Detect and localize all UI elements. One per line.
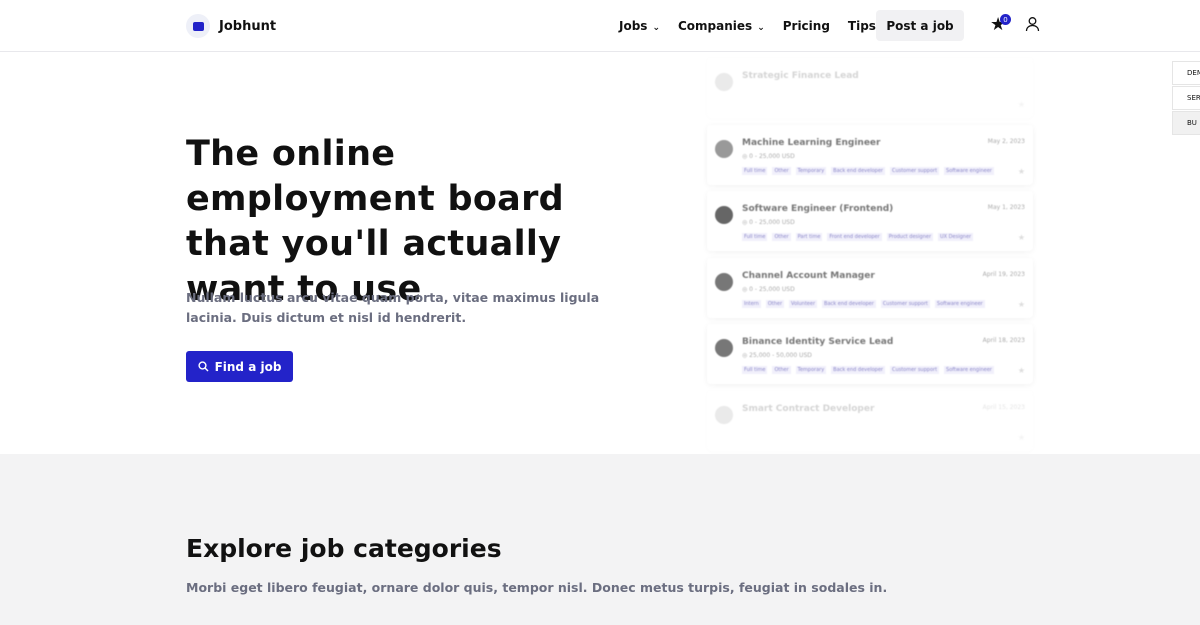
side-menu-item[interactable]: BU <box>1172 111 1200 135</box>
job-tag: Full time <box>742 366 768 374</box>
job-tag: Intern <box>742 299 761 308</box>
find-job-label: Find a job <box>214 359 282 374</box>
salary-text: 0 - 25,000 USD <box>749 152 795 160</box>
categories-section: Explore job categories Morbi eget libero… <box>0 454 1200 625</box>
chevron-down-icon: ⌄ <box>652 23 660 33</box>
find-job-button[interactable]: Find a job <box>186 351 293 382</box>
hero-subtitle: Nullam luctus arcu vitae quam porta, vit… <box>186 290 600 325</box>
job-card[interactable]: Channel Account Manager April 19, 2023 ◎… <box>707 257 1033 318</box>
job-tag: Other <box>765 299 785 308</box>
categories-title: Explore job categories <box>186 534 502 563</box>
job-card[interactable]: Strategic Finance Lead ★ <box>707 58 1033 118</box>
brand-logo[interactable]: Jobhunt <box>186 14 276 38</box>
nav-pricing[interactable]: Pricing <box>783 19 830 33</box>
job-title: Binance Identity Service Lead <box>742 337 894 347</box>
job-salary: ◎ 25,000 - 50,000 USD <box>742 352 812 359</box>
job-card[interactable]: Software Engineer (Frontend) May 1, 2023… <box>707 191 1033 251</box>
nav-label: Jobs <box>619 19 648 33</box>
job-tag: Customer support <box>889 166 940 175</box>
job-tag: Other <box>772 233 791 241</box>
money-icon: ◎ <box>742 219 748 226</box>
job-title: Smart Contract Developer <box>742 403 875 414</box>
job-tag: Back end developer <box>822 299 876 308</box>
company-logo <box>715 206 733 224</box>
job-salary: ◎ 0 - 25,000 USD <box>742 219 795 226</box>
money-icon: ◎ <box>742 352 748 359</box>
job-list-preview: Strategic Finance Lead ★ Machine Learnin… <box>707 58 1033 457</box>
job-tags: Full time Other Part time Front end develop… <box>742 233 974 241</box>
user-icon[interactable] <box>1025 16 1040 32</box>
job-card[interactable]: Machine Learning Engineer May 2, 2023 ◎ … <box>707 124 1033 185</box>
job-title: Machine Learning Engineer <box>742 137 881 148</box>
company-logo <box>715 73 733 91</box>
nav-label: Companies <box>678 19 753 33</box>
salary-text: 0 - 25,000 USD <box>749 285 795 293</box>
side-menu-item[interactable]: SERV <box>1172 86 1200 110</box>
job-tag: Back end developer <box>831 366 885 374</box>
job-tag: Temporary <box>795 366 827 374</box>
side-menu-item[interactable]: DEM <box>1172 61 1200 85</box>
job-card[interactable]: Smart Contract Developer April 15, 2023 … <box>707 390 1033 451</box>
money-icon: ◎ <box>742 285 748 293</box>
search-icon <box>197 361 209 372</box>
star-icon[interactable]: ★ <box>1018 100 1025 109</box>
job-date: April 18, 2023 <box>982 337 1025 344</box>
job-tag: Full time <box>742 166 768 175</box>
star-icon[interactable]: ★ <box>1018 433 1025 442</box>
salary-text: 0 - 25,000 USD <box>749 219 795 226</box>
job-tag: Software engineer <box>934 299 985 308</box>
job-salary: ◎ 0 - 25,000 USD <box>742 153 795 160</box>
job-tag: Product designer <box>886 233 933 241</box>
job-title: Software Engineer (Frontend) <box>742 204 894 214</box>
job-tag: Other <box>772 366 791 374</box>
job-tags: Full time Other Temporary Back end develope… <box>742 366 994 374</box>
job-title: Channel Account Manager <box>742 270 875 281</box>
job-tag: Part time <box>795 233 823 241</box>
job-tag: Temporary <box>795 166 827 175</box>
job-tag: Front end developer <box>827 233 882 241</box>
job-date: May 1, 2023 <box>987 204 1025 211</box>
job-tag: Back end developer <box>831 166 885 175</box>
brand-name: Jobhunt <box>219 18 277 34</box>
star-icon[interactable]: ★ <box>1018 167 1025 176</box>
star-icon[interactable]: ★ <box>1018 233 1025 242</box>
job-tag: UX Designer <box>938 233 974 241</box>
job-tag: Customer support <box>889 366 940 374</box>
hero-title: The online employment board that you'll … <box>186 134 564 309</box>
job-date: April 15, 2023 <box>982 403 1025 411</box>
job-date: April 19, 2023 <box>982 270 1025 278</box>
categories-subtitle: Morbi eget libero feugiat, ornare dolor … <box>186 580 888 595</box>
job-tag: Customer support <box>880 299 930 308</box>
nav-jobs[interactable]: Jobs ⌄ <box>619 19 660 33</box>
job-salary: ◎ 0 - 25,000 USD <box>742 286 795 293</box>
company-logo <box>715 272 733 291</box>
salary-text: 25,000 - 50,000 USD <box>749 352 812 359</box>
money-icon: ◎ <box>742 152 748 160</box>
star-icon[interactable]: ★ <box>1018 366 1025 375</box>
navbar: Jobhunt Jobs ⌄ Companies ⌄ Pricing Tips Po… <box>0 0 1200 52</box>
nav-tips[interactable]: Tips <box>848 19 876 33</box>
job-tag: Full time <box>742 233 768 241</box>
job-date: May 2, 2023 <box>987 137 1025 145</box>
chevron-down-icon: ⌄ <box>757 23 765 33</box>
company-logo <box>715 139 733 158</box>
company-logo <box>715 405 733 424</box>
job-tags: Full time Other Temporary Back end develope… <box>742 166 994 175</box>
job-title: Strategic Finance Lead <box>742 71 859 81</box>
briefcase-icon <box>186 14 210 38</box>
nav-companies[interactable]: Companies ⌄ <box>678 19 765 33</box>
job-card[interactable]: Binance Identity Service Lead April 18, … <box>707 324 1033 384</box>
job-tag: Other <box>772 166 791 175</box>
main-menu: Jobs ⌄ Companies ⌄ Pricing Tips <box>619 0 876 52</box>
company-logo <box>715 339 733 357</box>
job-tag: Software engineer <box>944 366 994 374</box>
star-icon[interactable]: ★ <box>1018 300 1025 309</box>
favorites-count-badge: 0 <box>1000 14 1011 25</box>
job-tag: Volunteer <box>789 299 818 308</box>
job-tags: Intern Other Volunteer Back end developer Cu… <box>742 299 985 308</box>
job-tag: Software engineer <box>944 166 994 175</box>
post-job-button[interactable]: Post a job <box>876 10 964 41</box>
